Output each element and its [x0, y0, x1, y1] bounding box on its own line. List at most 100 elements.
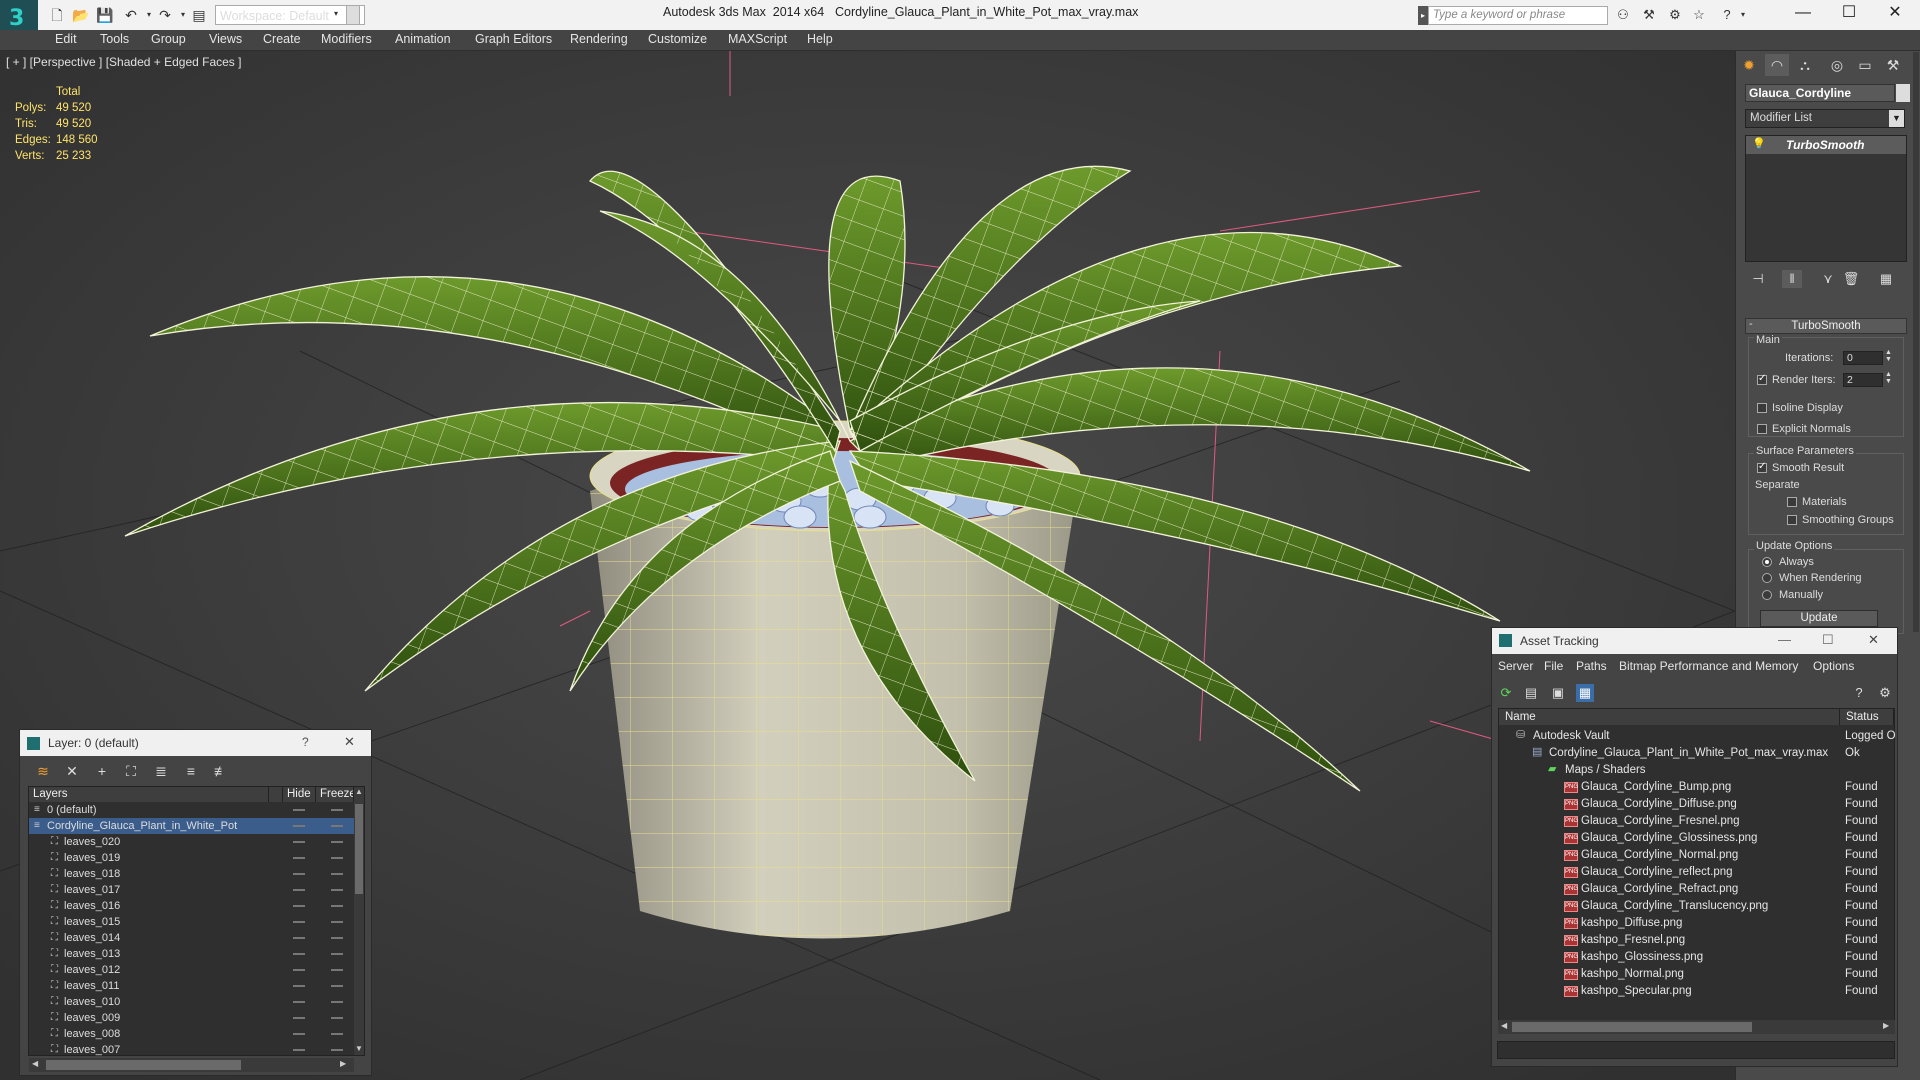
motion-tab-icon[interactable]: ◎ [1825, 54, 1849, 76]
asset-menu-options[interactable]: Options [1813, 659, 1854, 673]
asset-row-name[interactable]: Glauca_Cordyline_Bump.png [1581, 779, 1731, 796]
asset-row-name[interactable]: Glauca_Cordyline_Refract.png [1581, 881, 1738, 898]
menu-help[interactable]: Help [807, 32, 833, 46]
modifier-list-dropdown[interactable]: Modifier List [1745, 109, 1905, 128]
layer-row[interactable]: ⛶ leaves_014 [29, 930, 354, 946]
thumbnail-view-icon[interactable]: ▣ [1549, 684, 1567, 702]
refresh-icon[interactable]: ⟳ [1497, 684, 1515, 702]
freeze-column-header[interactable]: Freeze [316, 787, 354, 802]
menu-create[interactable]: Create [263, 32, 301, 46]
select-in-layer-icon[interactable]: ⛶ [122, 762, 140, 780]
turbosmooth-rollout-header[interactable]: TurboSmooth [1745, 318, 1907, 334]
chevron-down-icon[interactable]: ▼ [1889, 110, 1904, 127]
always-radio[interactable] [1762, 557, 1772, 567]
list-view-icon[interactable]: ▤ [1522, 684, 1540, 702]
freeze-toggle[interactable] [331, 857, 343, 859]
when-rendering-radio[interactable] [1762, 573, 1772, 583]
freeze-toggle[interactable] [331, 921, 343, 923]
render-iters-checkbox[interactable] [1757, 373, 1767, 385]
viewport-label[interactable]: [ + ] [Perspective ] [Shaded + Edged Fac… [6, 55, 241, 69]
layer-row[interactable]: ⛶ leaves_019 [29, 850, 354, 866]
freeze-toggle[interactable] [331, 825, 343, 827]
freeze-toggle[interactable] [331, 889, 343, 891]
status-column-header[interactable]: Status [1840, 709, 1894, 725]
project-folder-icon[interactable]: ▤ [190, 6, 208, 24]
asset-row-name[interactable]: Glauca_Cordyline_reflect.png [1581, 864, 1733, 881]
minimize-button[interactable]: — [1780, 2, 1826, 24]
smooth-result-checkbox[interactable] [1757, 461, 1767, 473]
layers-column-header[interactable]: Layers [29, 787, 269, 802]
layer-row[interactable]: ⛶ leaves_016 [29, 898, 354, 914]
hide-toggle[interactable] [293, 1033, 305, 1035]
highlight-selected-icon[interactable]: ≣ [152, 762, 170, 780]
asset-row-name[interactable]: Glauca_Cordyline_Fresnel.png [1581, 813, 1740, 830]
smoothing-groups-checkbox[interactable] [1787, 515, 1797, 525]
spinner-arrows-icon[interactable]: ▲ ▼ [1885, 349, 1892, 363]
menu-edit[interactable]: Edit [55, 32, 77, 46]
iterations-spinner[interactable]: 0 [1843, 351, 1883, 365]
layer-row[interactable]: ⛶ leaves_013 [29, 946, 354, 962]
menu-graph-editors[interactable]: Graph Editors [475, 32, 552, 46]
layer-close-button[interactable]: ✕ [344, 734, 355, 750]
layer-help-button[interactable]: ? [302, 735, 309, 749]
asset-row-name[interactable]: kashpo_Normal.png [1581, 966, 1684, 983]
asset-menu-paths[interactable]: Paths [1576, 659, 1607, 673]
hide-toggle[interactable] [293, 937, 305, 939]
command-panel-scrollbar[interactable] [1913, 52, 1919, 632]
stack-item-turbosmooth[interactable]: TurboSmooth [1746, 136, 1906, 154]
search-input[interactable]: Type a keyword or phrase [1428, 6, 1608, 25]
manually-radio[interactable] [1762, 590, 1772, 600]
redo-icon[interactable]: ↷ [156, 6, 174, 24]
utilities-tab-icon[interactable]: ⚒ [1881, 54, 1905, 76]
layer-row[interactable]: ⛶ leaves_012 [29, 962, 354, 978]
asset-row-name[interactable]: Autodesk Vault [1533, 728, 1610, 745]
hide-toggle[interactable] [293, 1001, 305, 1003]
configure-modifier-sets-icon[interactable]: ▦ [1876, 270, 1896, 288]
help-dropdown-icon[interactable]: ▾ [1734, 7, 1752, 23]
hide-toggle[interactable] [293, 809, 305, 811]
create-tab-icon[interactable]: ✹ [1737, 54, 1761, 76]
isoline-display-checkbox[interactable] [1757, 403, 1767, 413]
asset-row-name[interactable]: Cordyline_Glauca_Plant_in_White_Pot_max_… [1549, 745, 1828, 762]
layer-row[interactable]: ⛶ leaves_017 [29, 882, 354, 898]
search-expand-icon[interactable]: ▸ [1418, 6, 1428, 25]
hide-column-header[interactable]: Hide [283, 787, 316, 802]
asset-row-name[interactable]: kashpo_Specular.png [1581, 983, 1692, 1000]
asset-row-name[interactable]: kashpo_Glossiness.png [1581, 949, 1703, 966]
hierarchy-tab-icon[interactable]: ⛬ [1793, 54, 1817, 76]
menu-animation[interactable]: Animation [395, 32, 451, 46]
asset-row-name[interactable]: kashpo_Diffuse.png [1581, 915, 1682, 932]
hide-toggle[interactable] [293, 921, 305, 923]
asset-menu-file[interactable]: File [1544, 659, 1563, 673]
layer-row[interactable]: ⛶ leaves_015 [29, 914, 354, 930]
scroll-left-icon[interactable]: ◀ [32, 1059, 38, 1068]
hide-toggle[interactable] [293, 1049, 305, 1051]
freeze-toggle[interactable] [331, 841, 343, 843]
layer-row[interactable]: ⛶ leaves_018 [29, 866, 354, 882]
freeze-toggle[interactable] [331, 1033, 343, 1035]
layer-row[interactable]: ⛶ leaves_020 [29, 834, 354, 850]
binoculars-icon[interactable]: ⚇ [1614, 7, 1632, 23]
menu-modifiers[interactable]: Modifiers [321, 32, 372, 46]
layer-hscroll-thumb[interactable] [46, 1060, 241, 1070]
menu-views[interactable]: Views [209, 32, 242, 46]
explicit-normals-checkbox[interactable] [1757, 424, 1767, 434]
asset-minimize-button[interactable]: — [1778, 632, 1791, 647]
remove-modifier-icon[interactable]: 🗑 [1841, 270, 1861, 288]
materials-checkbox[interactable] [1787, 497, 1797, 507]
hide-toggle[interactable] [293, 1017, 305, 1019]
layer-row[interactable]: ⛶ leaves_010 [29, 994, 354, 1010]
layer-row[interactable]: ⛶ leaves_009 [29, 1010, 354, 1026]
asset-row-name[interactable]: Glauca_Cordyline_Translucency.png [1581, 898, 1768, 915]
maximize-button[interactable]: ☐ [1826, 2, 1872, 24]
asset-row-name[interactable]: Glauca_Cordyline_Diffuse.png [1581, 796, 1737, 813]
asset-menu-bitmap-performance[interactable]: Bitmap Performance and Memory [1619, 659, 1798, 673]
freeze-toggle[interactable] [331, 1001, 343, 1003]
menu-rendering[interactable]: Rendering [570, 32, 628, 46]
asset-menu-server[interactable]: Server [1498, 659, 1533, 673]
layer-scroll-thumb[interactable] [355, 804, 363, 894]
hide-toggle[interactable] [293, 889, 305, 891]
hide-toggle[interactable] [293, 905, 305, 907]
layer-row[interactable]: ≡ 0 (default) [29, 802, 354, 818]
name-column-header[interactable]: Name [1499, 709, 1840, 725]
